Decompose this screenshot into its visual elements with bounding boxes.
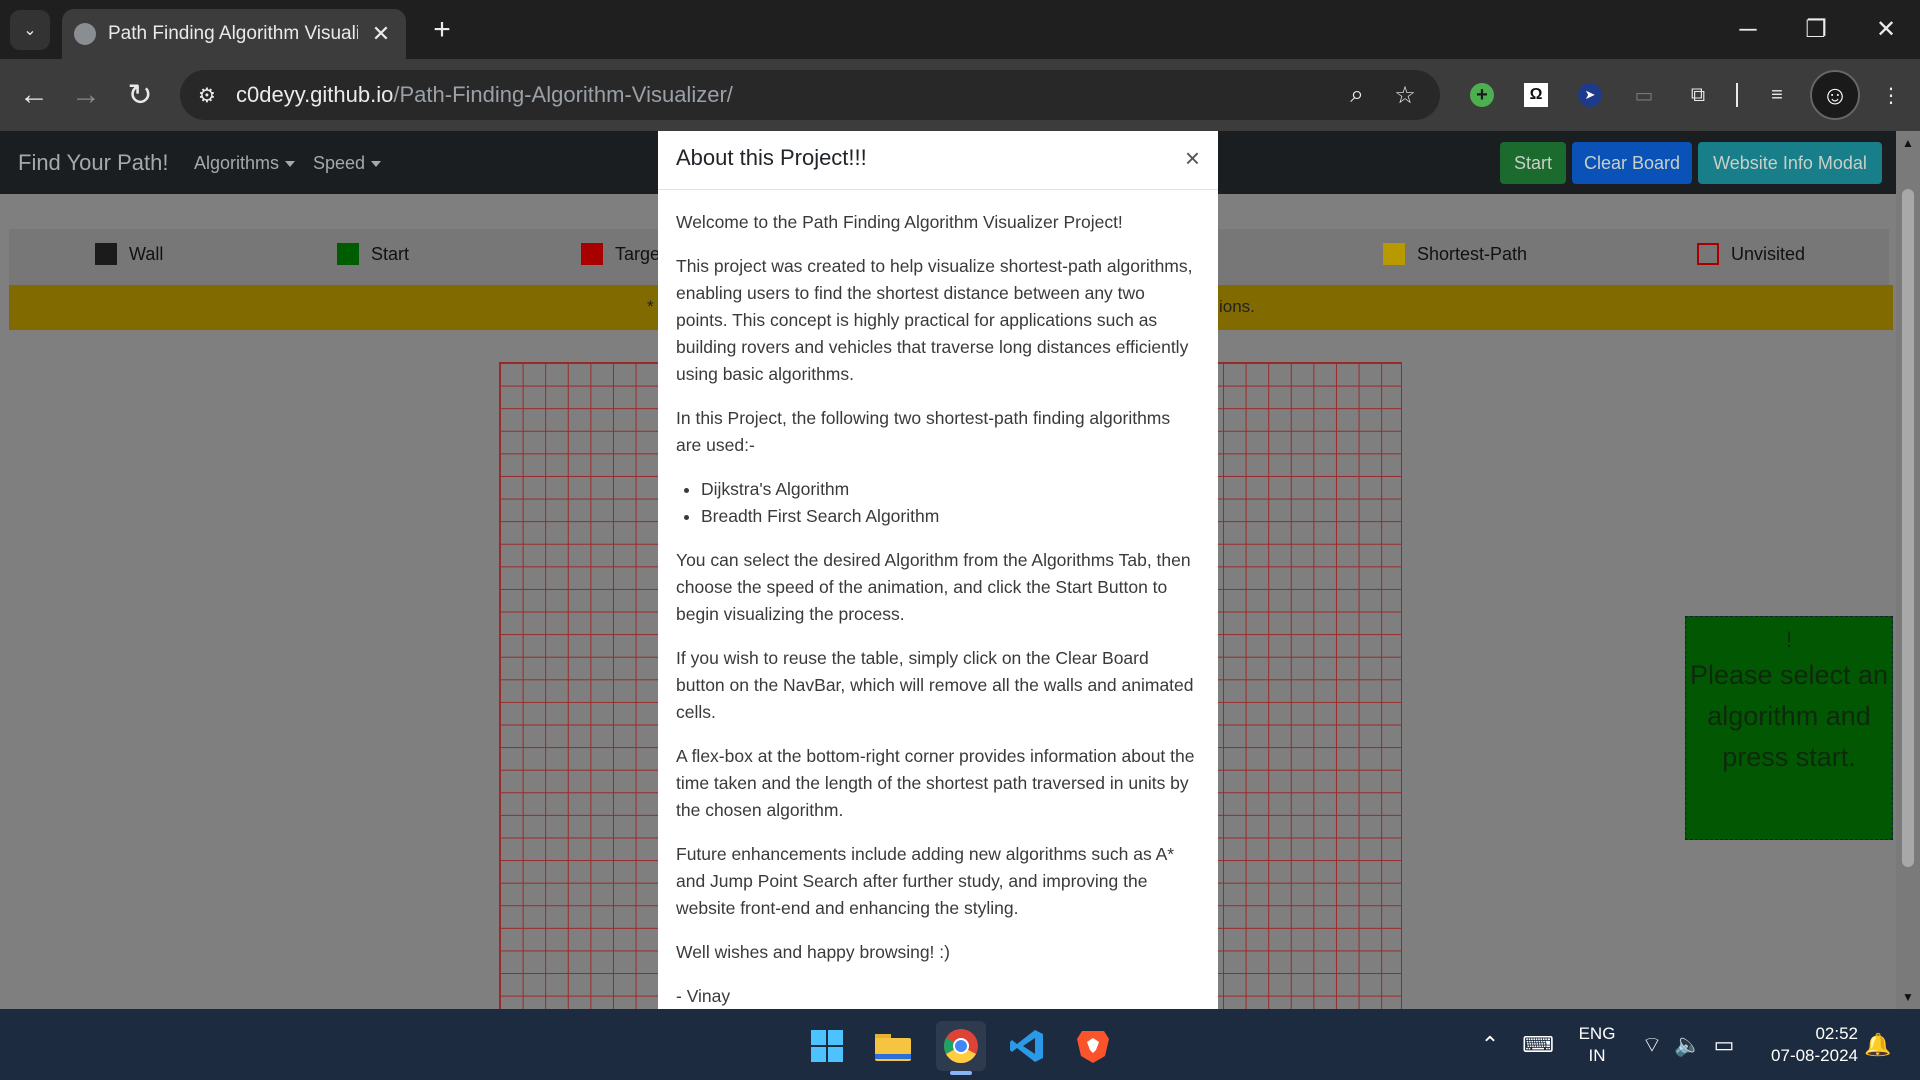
- legend-wall: Wall: [95, 243, 163, 265]
- touch-keyboard-icon[interactable]: ⌨: [1522, 1031, 1554, 1059]
- brave-icon[interactable]: [1068, 1021, 1118, 1071]
- extensions-puzzle-icon[interactable]: ⧉: [1679, 76, 1717, 114]
- start-swatch: [337, 243, 359, 265]
- reading-list-icon[interactable]: ≡: [1758, 76, 1796, 114]
- extension-plus-icon[interactable]: +: [1463, 76, 1501, 114]
- active-app-indicator: [950, 1071, 972, 1075]
- caret-down-icon: [371, 161, 382, 168]
- target-swatch: [581, 243, 603, 265]
- notification-bell-icon[interactable]: 🔔: [1864, 1031, 1892, 1059]
- algorithms-label: Algorithms: [194, 153, 280, 173]
- about-modal: About this Project!!! × Welcome to the P…: [658, 131, 1218, 1009]
- scroll-up-icon[interactable]: ▲: [1900, 135, 1916, 151]
- vscode-icon[interactable]: [1002, 1021, 1052, 1071]
- legend-target-label: Targe: [615, 243, 661, 264]
- tab-close-icon[interactable]: ✕: [366, 19, 396, 49]
- windows-taskbar: ⌃ ⌨ ENG IN ⌔ 🔈 ▭ 02:52 07-08-2024 🔔: [0, 1009, 1920, 1080]
- banner-text-left: *: [647, 297, 654, 316]
- file-explorer-icon[interactable]: [868, 1021, 918, 1071]
- info-flexbox: ! Please select an algorithm and press s…: [1685, 616, 1893, 840]
- close-window-button[interactable]: ✕: [1852, 0, 1920, 59]
- modal-paragraph: Well wishes and happy browsing! :): [676, 942, 950, 962]
- clock[interactable]: 02:52 07-08-2024: [1752, 1023, 1858, 1067]
- legend-start: Start: [337, 243, 409, 265]
- new-tab-button[interactable]: +: [424, 12, 460, 48]
- modal-paragraph: This project was created to help visuali…: [676, 256, 1193, 384]
- legend-start-label: Start: [371, 243, 410, 264]
- modal-body: Welcome to the Path Finding Algorithm Vi…: [676, 209, 1200, 1009]
- toolbar-divider: [1736, 83, 1738, 107]
- modal-signature: - Vinay: [676, 986, 731, 1006]
- page-scrollbar[interactable]: ▲ ▼: [1896, 131, 1920, 1009]
- address-bar[interactable]: ⚙ c0deyy.github.io/Path-Finding-Algorith…: [180, 70, 1440, 120]
- back-icon[interactable]: ←: [12, 73, 56, 117]
- chrome-icon[interactable]: [936, 1021, 986, 1075]
- modal-paragraph: You can select the desired Algorithm fro…: [676, 550, 1191, 624]
- website-info-modal-button[interactable]: Website Info Modal: [1698, 142, 1882, 184]
- info-message: Please select an algorithm and press sta…: [1689, 660, 1889, 772]
- legend-unvisited-label: Unvisited: [1731, 243, 1806, 264]
- tab-title: Path Finding Algorithm Visualiz: [108, 23, 358, 44]
- shortest-path-swatch: [1383, 243, 1405, 265]
- date-label: 07-08-2024: [1771, 1046, 1858, 1065]
- tab-search-button[interactable]: ⌄: [10, 10, 50, 50]
- legend-wall-label: Wall: [129, 243, 164, 264]
- site-settings-icon[interactable]: ⚙: [194, 82, 220, 108]
- browser-tab[interactable]: Path Finding Algorithm Visualiz ✕: [62, 9, 406, 59]
- minimize-button[interactable]: ─: [1714, 0, 1782, 59]
- unvisited-swatch: [1697, 243, 1719, 265]
- start-button[interactable]: Start: [1500, 142, 1566, 184]
- list-item: Dijkstra's Algorithm: [701, 476, 1200, 503]
- modal-header: About this Project!!! ×: [658, 131, 1218, 190]
- language-label: ENG: [1578, 1024, 1616, 1043]
- volume-icon[interactable]: 🔈: [1674, 1031, 1702, 1059]
- site-brand[interactable]: Find Your Path!: [18, 150, 168, 176]
- scroll-down-icon[interactable]: ▼: [1900, 989, 1916, 1005]
- extension-tabs-icon[interactable]: ▭: [1625, 76, 1663, 114]
- tray-chevron-up-icon[interactable]: ⌃: [1476, 1031, 1504, 1059]
- modal-paragraph: If you wish to reuse the table, simply c…: [676, 648, 1194, 722]
- bookmark-star-icon[interactable]: ☆: [1390, 80, 1420, 110]
- scroll-thumb[interactable]: [1902, 189, 1914, 867]
- modal-paragraph: Future enhancements include adding new a…: [676, 844, 1175, 918]
- more-menu-icon[interactable]: ⋮: [1872, 76, 1910, 114]
- modal-paragraph: In this Project, the following two short…: [676, 408, 1171, 455]
- legend-shortest-path-label: Shortest-Path: [1417, 243, 1528, 264]
- url-text[interactable]: c0deyy.github.io/Path-Finding-Algorithm-…: [236, 82, 733, 108]
- legend-shortest-path: Shortest-Path: [1383, 243, 1527, 265]
- info-bang: !: [1785, 627, 1793, 652]
- algorithms-dropdown[interactable]: Algorithms: [194, 153, 296, 174]
- windows-start-icon[interactable]: [802, 1021, 852, 1071]
- extension-omega-icon[interactable]: Ω: [1517, 76, 1555, 114]
- modal-paragraph: A flex-box at the bottom-right corner pr…: [676, 746, 1195, 820]
- wall-swatch: [95, 243, 117, 265]
- banner-text-right: ions.: [1219, 297, 1255, 316]
- region-label: IN: [1588, 1046, 1606, 1065]
- clear-board-button[interactable]: Clear Board: [1572, 142, 1692, 184]
- reload-icon[interactable]: ↻: [118, 73, 162, 117]
- modal-title: About this Project!!!: [676, 145, 867, 170]
- speed-dropdown[interactable]: Speed: [313, 153, 382, 174]
- modal-close-button[interactable]: ×: [1185, 143, 1200, 174]
- profile-avatar[interactable]: ☺: [1810, 70, 1860, 120]
- restore-button[interactable]: ❐: [1782, 0, 1850, 59]
- legend-target: Targe: [581, 243, 660, 265]
- legend-unvisited: Unvisited: [1697, 243, 1805, 265]
- browser-tab-strip: ⌄ Path Finding Algorithm Visualiz ✕ + ─ …: [0, 0, 1920, 59]
- algorithm-list: Dijkstra's Algorithm Breadth First Searc…: [676, 476, 1200, 530]
- chevron-down-icon: ⌄: [23, 22, 37, 39]
- globe-icon: [74, 23, 96, 45]
- speed-label: Speed: [313, 153, 366, 173]
- modal-paragraph: Welcome to the Path Finding Algorithm Vi…: [676, 212, 1123, 232]
- list-item: Breadth First Search Algorithm: [701, 503, 1200, 530]
- wifi-icon[interactable]: ⌔: [1638, 1031, 1666, 1059]
- battery-icon[interactable]: ▭: [1710, 1031, 1738, 1059]
- zoom-icon[interactable]: ⌕: [1342, 80, 1372, 110]
- caret-down-icon: [285, 161, 296, 168]
- browser-toolbar: ← → ↻ ⚙ c0deyy.github.io/Path-Finding-Al…: [0, 59, 1920, 131]
- language-indicator[interactable]: ENG IN: [1572, 1023, 1622, 1067]
- time-label: 02:52: [1815, 1024, 1858, 1043]
- extension-cursor-icon[interactable]: ➤: [1571, 76, 1609, 114]
- forward-icon[interactable]: →: [64, 73, 108, 117]
